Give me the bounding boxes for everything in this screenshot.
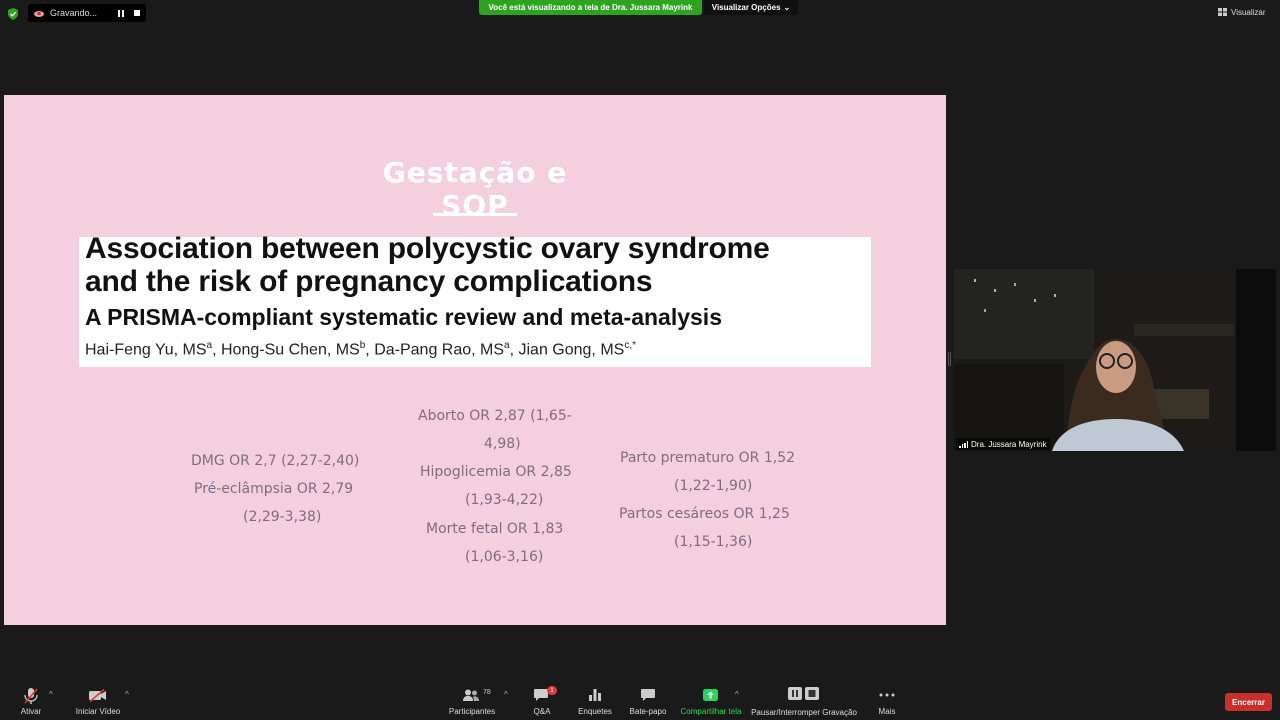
author-separator: , xyxy=(365,341,375,359)
qa-badge: 1 xyxy=(547,686,557,695)
participants-button[interactable]: 78 Participantes xyxy=(447,686,497,720)
author-name: Jian Gong, MS xyxy=(518,341,625,359)
paper-authors: Hai-Feng Yu, MSa, Hong-Su Chen, MSb, Da-… xyxy=(85,340,636,359)
participant-name: Dra. Jussara Mayrink xyxy=(971,439,1047,449)
end-meeting-label: Encerrar xyxy=(1232,697,1265,707)
pause-stop-recording-label: Pausar/Interromper Gravação xyxy=(751,708,857,717)
participants-label: Participantes xyxy=(448,707,496,716)
author-name: Hai-Feng Yu, MS xyxy=(85,341,207,359)
stat-partos-cesareos: Partos cesáreos OR 1,25 xyxy=(619,506,790,522)
share-screen-label: Compartilhar tela xyxy=(680,707,742,716)
stat-pre-eclampsia: Pré-eclâmpsia OR 2,79 xyxy=(194,481,354,497)
paper-subtitle: A PRISMA-compliant systematic review and… xyxy=(85,304,722,330)
chat-bubble-icon xyxy=(641,689,655,701)
stat-partos-cesareos-ci: (1,15-1,36) xyxy=(674,534,753,550)
stat-parto-prematuro: Parto prematuro OR 1,52 xyxy=(620,450,796,466)
more-label: Mais xyxy=(878,707,896,716)
stop-recording-icon[interactable] xyxy=(134,9,140,16)
stat-dmg: DMG OR 2,7 (2,27-2,40) xyxy=(191,453,360,469)
paper-title: Association between polycystic ovary syn… xyxy=(85,232,770,298)
more-dots-icon xyxy=(879,693,895,697)
grid-view-icon xyxy=(1218,8,1227,16)
view-label: Visualizar xyxy=(1231,7,1266,17)
start-video-label: Iniciar Vídeo xyxy=(75,707,121,716)
video-options-caret[interactable]: ^ xyxy=(125,690,129,699)
stat-morte-fetal-ci: (1,06-3,16) xyxy=(465,549,544,565)
recording-label: Gravando... xyxy=(50,8,98,18)
signal-strength-icon xyxy=(959,440,968,448)
share-screen-arrow-icon xyxy=(703,689,718,701)
polls-button[interactable]: Enquetes xyxy=(575,686,615,720)
pause-stop-recording-button[interactable]: Pausar/Interromper Gravação xyxy=(750,686,858,720)
author-affiliation: c,* xyxy=(624,340,636,351)
chat-label: Bate-papo xyxy=(629,707,667,716)
polls-bar-chart-icon xyxy=(589,689,601,701)
author-name: Da-Pang Rao, MS xyxy=(374,341,505,359)
screen-share-banner-text: Você está visualizando a tela de Dra. Ju… xyxy=(488,3,693,12)
recording-cloud-icon xyxy=(34,11,44,17)
more-button[interactable]: Mais xyxy=(872,686,902,720)
chat-button[interactable]: Bate-papo xyxy=(627,686,669,720)
stat-hipoglicemia: Hipoglicemia OR 2,85 xyxy=(420,464,572,480)
recording-indicator: Gravando... xyxy=(28,4,146,22)
view-options-dropdown[interactable]: Visualizar Opções ⌄ xyxy=(704,0,798,15)
stat-morte-fetal: Morte fetal OR 1,83 xyxy=(426,521,564,537)
end-meeting-button[interactable]: Encerrar xyxy=(1225,693,1272,711)
start-video-button[interactable]: Iniciar Vídeo xyxy=(70,686,126,720)
participants-count: 78 xyxy=(483,689,491,696)
stat-parto-prematuro-ci: (1,22-1,90) xyxy=(674,478,753,494)
unmute-button[interactable]: Ativar xyxy=(14,686,48,720)
view-button[interactable]: Visualizar xyxy=(1218,3,1276,21)
view-options-label: Visualizar Opções xyxy=(711,3,781,12)
participant-name-tag: Dra. Jussara Mayrink xyxy=(956,438,1050,450)
participant-video-frame xyxy=(954,269,1276,451)
security-shield-icon[interactable] xyxy=(8,8,18,20)
microphone-muted-icon xyxy=(24,688,38,704)
pause-recording-icon[interactable] xyxy=(118,9,124,17)
participants-options-caret[interactable]: ^ xyxy=(504,690,508,699)
chevron-down-icon: ⌄ xyxy=(783,3,791,12)
paper-title-line-2: and the risk of pregnancy complications xyxy=(85,265,653,298)
participants-icon xyxy=(463,689,479,701)
panel-splitter-handle[interactable] xyxy=(948,352,951,366)
title-underline xyxy=(433,213,517,216)
video-camera-off-icon xyxy=(89,689,106,702)
stat-aborto-ci: 4,98) xyxy=(484,436,521,452)
polls-label: Enquetes xyxy=(578,707,612,716)
stat-hipoglicemia-ci: (1,93-4,22) xyxy=(465,492,544,508)
share-options-caret[interactable]: ^ xyxy=(735,690,739,699)
audio-options-caret[interactable]: ^ xyxy=(49,690,53,699)
qa-chat-icon xyxy=(534,689,548,701)
stat-aborto: Aborto OR 2,87 (1,65- xyxy=(418,408,572,424)
screen-share-banner: Você está visualizando a tela de Dra. Ju… xyxy=(479,0,702,15)
author-separator: , xyxy=(212,341,221,359)
qa-button[interactable]: 1 Q&A xyxy=(527,686,557,720)
stat-pre-eclampsia-ci: (2,29-3,38) xyxy=(243,509,322,525)
share-screen-button[interactable]: Compartilhar tela xyxy=(679,686,743,720)
paper-title-line-1: Association between polycystic ovary syn… xyxy=(85,232,770,265)
participant-video[interactable] xyxy=(954,269,1276,451)
author-name: Hong-Su Chen, MS xyxy=(221,341,360,359)
unmute-label: Ativar xyxy=(20,707,42,716)
qa-label: Q&A xyxy=(533,707,551,716)
pause-stop-recording-icon xyxy=(788,687,819,700)
